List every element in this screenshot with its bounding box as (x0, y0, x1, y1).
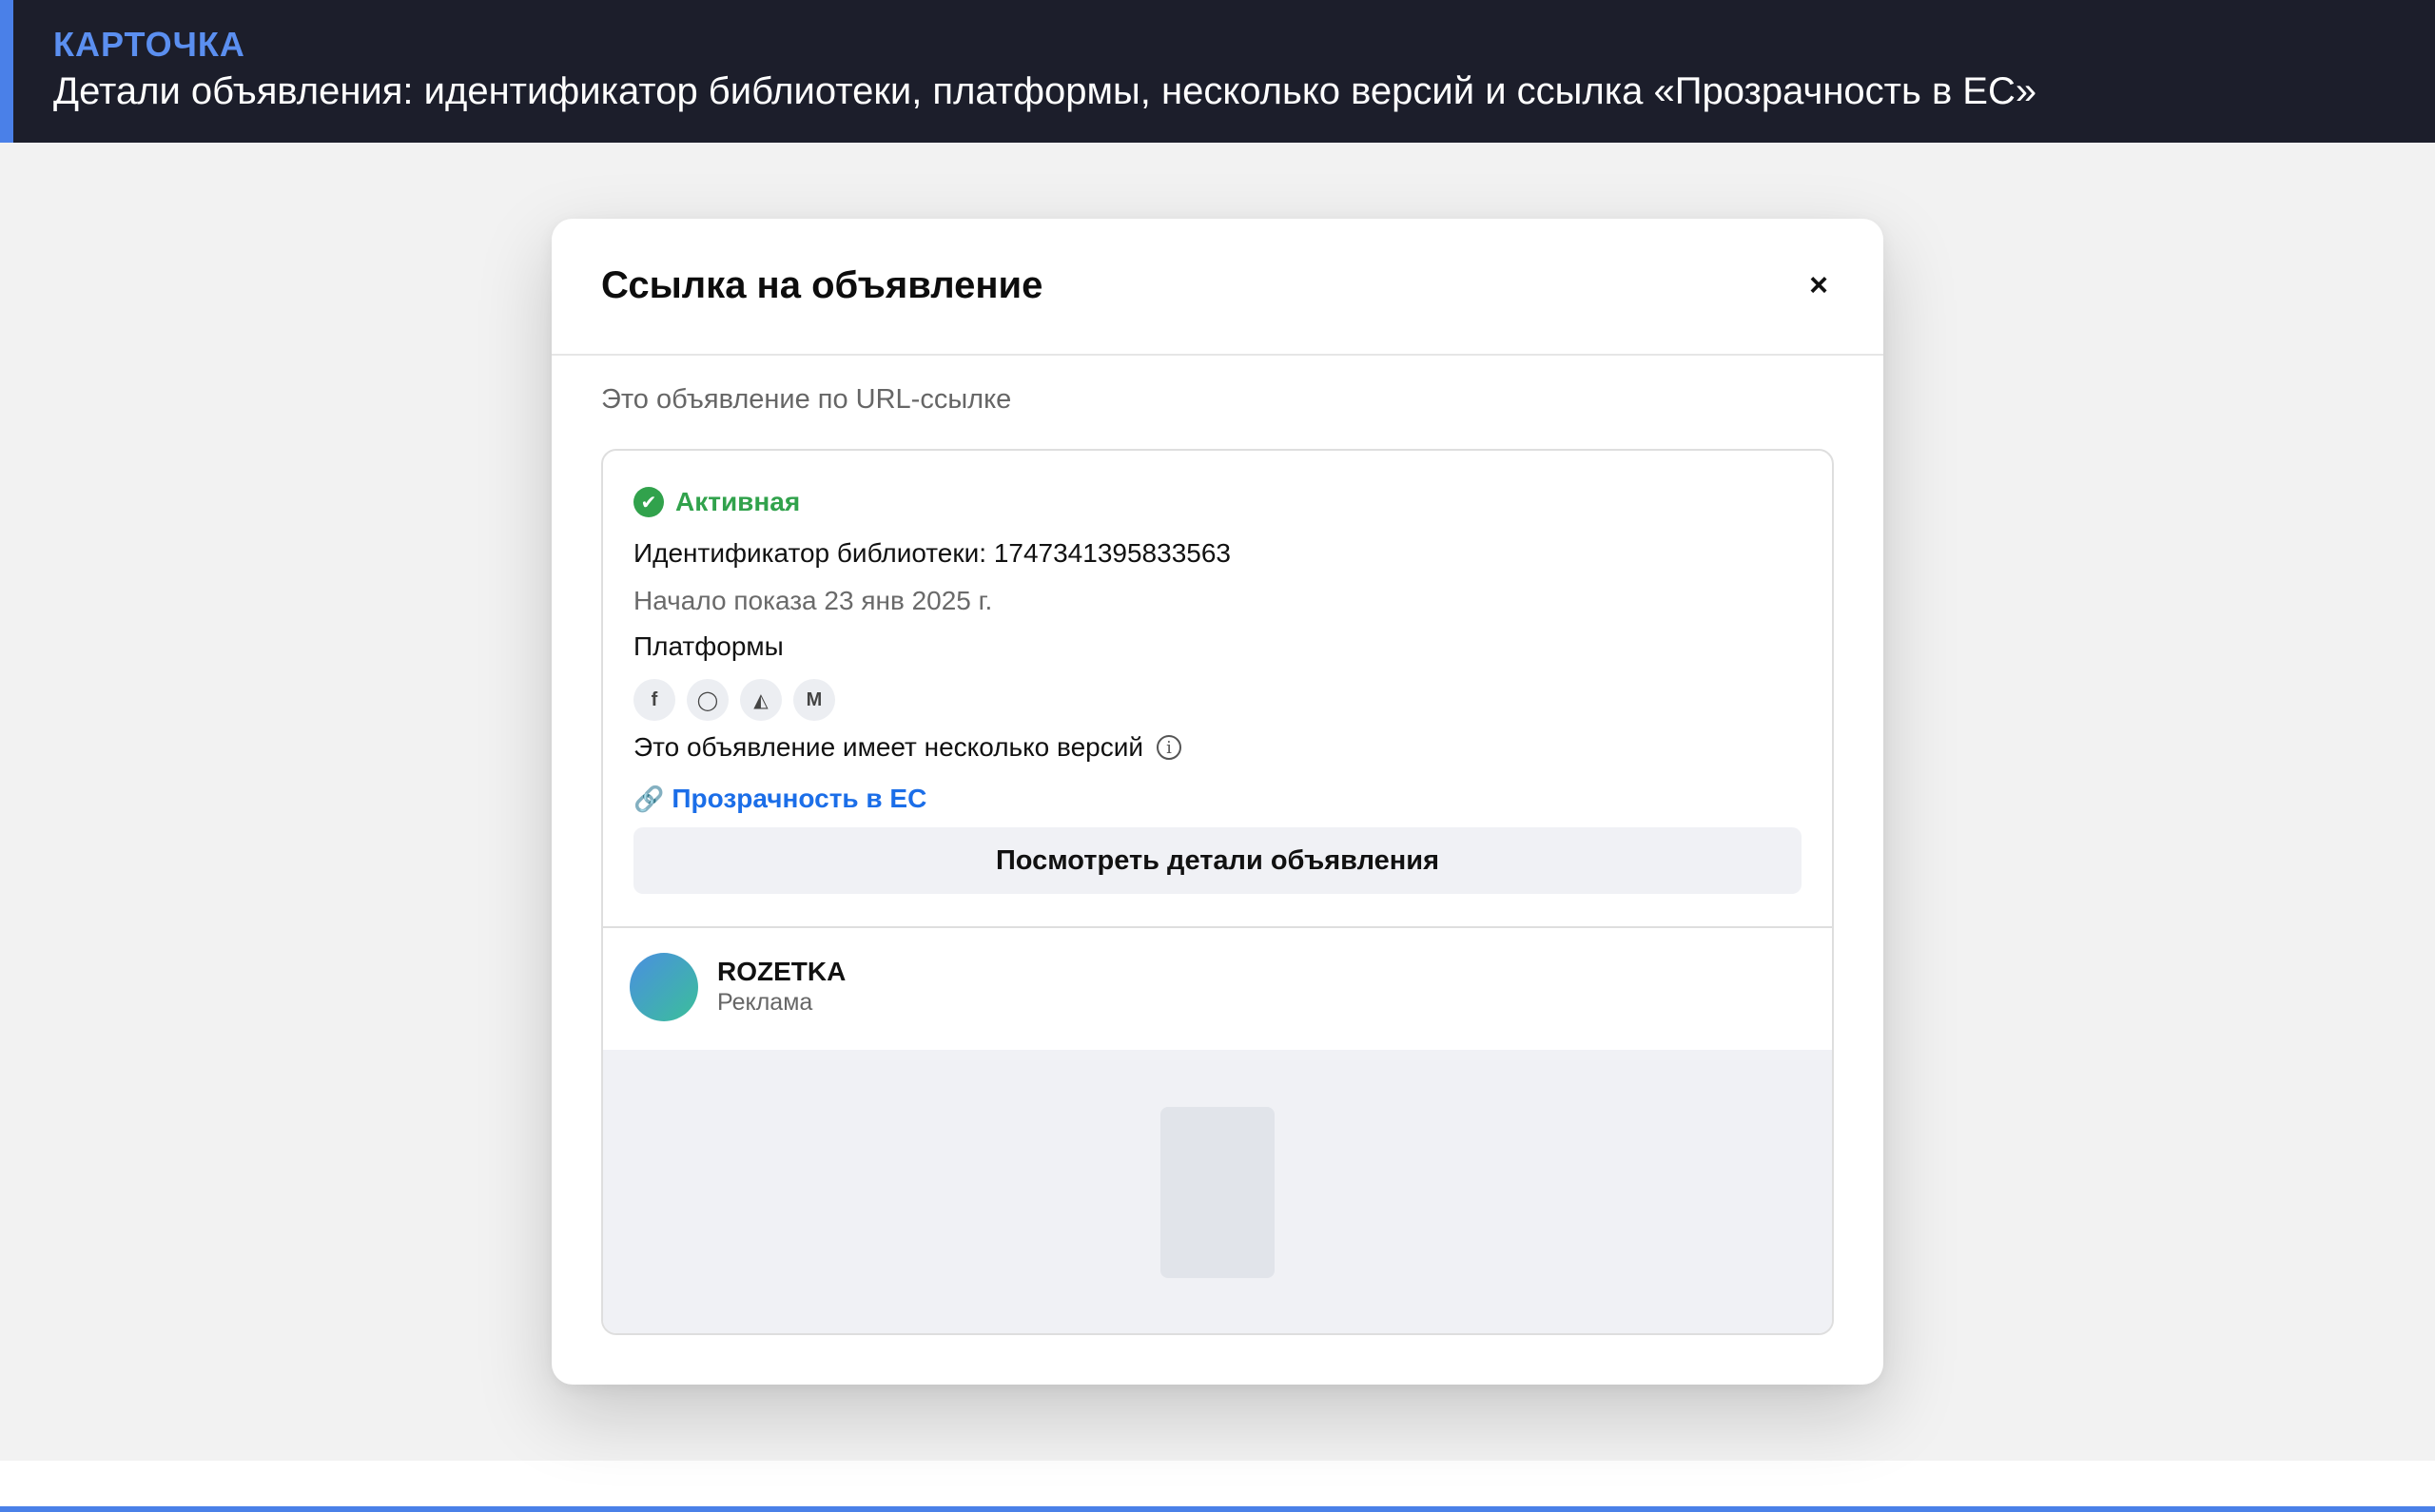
audience-network-icon: ◭ (740, 679, 782, 721)
header-accent-bar (0, 0, 13, 143)
close-button[interactable]: × (1800, 266, 1838, 304)
multiple-versions-note: Это объявление имеет несколько версий i (633, 732, 1182, 763)
messenger-icon: M (793, 679, 835, 721)
ad-link-modal: Ссылка на объявление × Это объявление по… (552, 219, 1883, 1385)
info-icon[interactable]: i (1157, 735, 1182, 760)
facebook-icon: f (633, 679, 675, 721)
media-placeholder (1160, 1107, 1275, 1278)
ad-details-section: ✔ Активная Идентификатор библиотеки: 174… (603, 451, 1832, 928)
bottom-accent-line (0, 1506, 2435, 1512)
modal-header: Ссылка на объявление × (552, 219, 1883, 356)
sponsored-label: Реклама (717, 989, 813, 1016)
view-ad-details-button[interactable]: Посмотреть детали объявления (633, 827, 1802, 894)
modal-title: Ссылка на объявление (601, 264, 1043, 306)
advertiser-row: ROZETKA Реклама (603, 928, 1832, 1050)
instagram-icon: ◯ (687, 679, 729, 721)
advertiser-name[interactable]: ROZETKA (717, 957, 846, 987)
header-headline: Детали объявления: идентификатор библиот… (53, 70, 2037, 112)
platforms-label: Платформы (633, 631, 784, 661)
platforms-list: f ◯ ◭ M (633, 679, 835, 721)
versions-text: Это объявление имеет несколько версий (633, 732, 1144, 762)
close-icon: × (1809, 266, 1828, 303)
page-header: КАРТОЧКА Детали объявления: идентификато… (0, 0, 2435, 143)
status-badge: ✔ Активная (633, 487, 800, 517)
ad-media-area (603, 1050, 1832, 1333)
header-kicker: КАРТОЧКА (53, 25, 245, 64)
check-circle-icon: ✔ (633, 487, 664, 517)
status-label: Активная (675, 487, 801, 516)
modal-subtitle: Это объявление по URL-ссылке (601, 384, 1012, 415)
link-icon: 🔗 (633, 784, 665, 813)
library-id: Идентификатор библиотеки: 17473413958335… (633, 538, 1231, 568)
eu-transparency-link-text[interactable]: Прозрачность в ЕС (672, 784, 926, 814)
ad-card: ✔ Активная Идентификатор библиотеки: 174… (601, 449, 1834, 1335)
start-date: Начало показа 23 янв 2025 г. (633, 586, 993, 615)
avatar[interactable] (630, 953, 698, 1021)
eu-transparency-link[interactable]: 🔗 Прозрачность в ЕС (633, 784, 926, 814)
